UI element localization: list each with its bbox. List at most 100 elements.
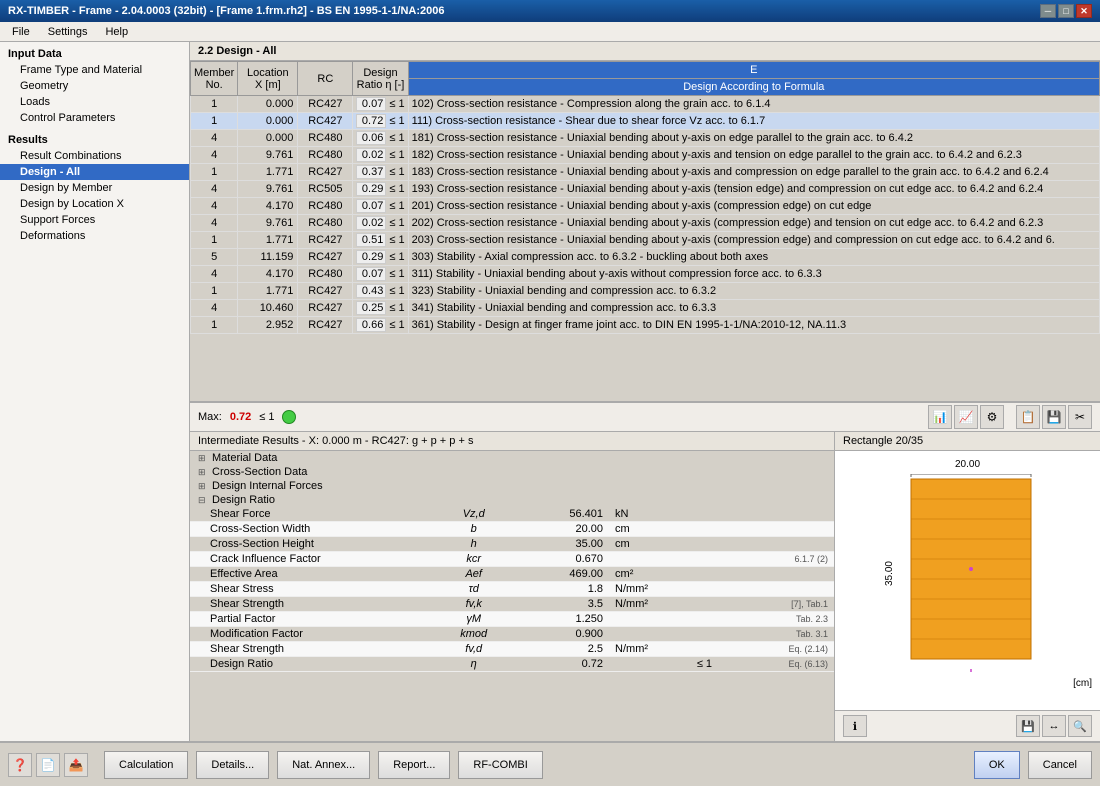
nat-annex-button[interactable]: Nat. Annex... <box>277 751 370 779</box>
results-table-wrapper[interactable]: MemberNo. LocationX [m] RC DesignRatio η… <box>190 61 1100 402</box>
toolbar-icon-4[interactable]: 📋 <box>1016 405 1040 429</box>
sidebar-item-support-forces[interactable]: Support Forces <box>0 212 189 228</box>
table-row[interactable]: 5 <box>191 249 238 266</box>
cs-zoom-icon[interactable]: 🔍 <box>1068 715 1092 737</box>
ir-symbol: fv,d <box>438 642 509 657</box>
ir-symbol: h <box>438 537 509 552</box>
table-row[interactable]: 4 <box>191 266 238 283</box>
expand-icon-internal-forces: ⊞ <box>198 481 210 492</box>
ir-label: Cross-Section Width <box>190 522 438 537</box>
ir-value: 3.5 <box>509 597 609 612</box>
expand-icon-material: ⊞ <box>198 453 210 464</box>
status-indicator <box>282 410 296 424</box>
sidebar-item-geometry[interactable]: Geometry <box>0 78 189 94</box>
table-row[interactable]: 4 <box>191 181 238 198</box>
table-row[interactable]: 1 <box>191 232 238 249</box>
ir-label: Shear Stress <box>190 582 438 597</box>
table-row[interactable]: 1 <box>191 283 238 300</box>
col-formula-subheader: Design According to Formula <box>408 79 1099 96</box>
table-row[interactable]: 4 <box>191 300 238 317</box>
cs-resize-icon[interactable]: ↔ <box>1042 715 1066 737</box>
tree-cross-section-data[interactable]: ⊞ Cross-Section Data <box>190 465 834 479</box>
ir-value: 56.401 <box>509 507 609 522</box>
sidebar-item-control-params[interactable]: Control Parameters <box>0 110 189 126</box>
design-ratio-label: Design Ratio <box>212 494 275 506</box>
col-location-header: LocationX [m] <box>238 62 298 96</box>
toolbar-icon-6[interactable]: ✂ <box>1068 405 1092 429</box>
toolbar-icon-3[interactable]: ⚙ <box>980 405 1004 429</box>
table-row[interactable]: 1 <box>191 317 238 334</box>
menu-settings[interactable]: Settings <box>40 24 96 40</box>
table-toolbar: 📊 📈 ⚙ 📋 💾 ✂ <box>928 405 1092 429</box>
cs-info-icon[interactable]: ℹ <box>843 715 867 737</box>
ir-unit: N/mm² <box>609 597 691 612</box>
tree-design-ratio[interactable]: ⊟ Design Ratio <box>190 493 834 507</box>
ir-symbol: Vz,d <box>438 507 509 522</box>
sidebar-item-design-all[interactable]: Design - All <box>0 164 189 180</box>
bottom-icon-3[interactable]: 📤 <box>64 753 88 777</box>
cs-unit-label: [cm] <box>1073 678 1092 689</box>
ir-value: 469.00 <box>509 567 609 582</box>
window-title: RX-TIMBER - Frame - 2.04.0003 (32bit) - … <box>8 5 444 17</box>
toolbar-icon-1[interactable]: 📊 <box>928 405 952 429</box>
menu-help[interactable]: Help <box>97 24 136 40</box>
ir-value: 0.72 <box>509 657 609 672</box>
maximize-button[interactable]: □ <box>1058 4 1074 18</box>
table-row[interactable]: 4 <box>191 130 238 147</box>
cs-save-icon[interactable]: 💾 <box>1016 715 1040 737</box>
ir-ref: [7], Tab.1 <box>740 597 834 612</box>
ok-button[interactable]: OK <box>974 751 1020 779</box>
sidebar-item-deformations[interactable]: Deformations <box>0 228 189 244</box>
table-row[interactable]: 1 <box>191 164 238 181</box>
minimize-button[interactable]: ─ <box>1040 4 1056 18</box>
rf-combi-button[interactable]: RF-COMBI <box>458 751 542 779</box>
bottom-icon-2[interactable]: 📄 <box>36 753 60 777</box>
sidebar-item-frame-type[interactable]: Frame Type and Material <box>0 62 189 78</box>
report-button[interactable]: Report... <box>378 751 450 779</box>
title-bar: RX-TIMBER - Frame - 2.04.0003 (32bit) - … <box>0 0 1100 22</box>
table-row[interactable]: 4 <box>191 198 238 215</box>
table-row[interactable]: 1 <box>191 96 238 113</box>
ir-symbol: τd <box>438 582 509 597</box>
cs-panel-icon-row: ℹ 💾 ↔ 🔍 <box>835 710 1100 741</box>
ir-unit: N/mm² <box>609 642 691 657</box>
ir-ref <box>740 537 834 552</box>
details-button[interactable]: Details... <box>196 751 269 779</box>
calculation-button[interactable]: Calculation <box>104 751 188 779</box>
close-button[interactable]: ✕ <box>1076 4 1092 18</box>
ir-symbol: Aef <box>438 567 509 582</box>
results-section: Results <box>0 132 189 148</box>
table-row[interactable]: 1 <box>191 113 238 130</box>
results-table: MemberNo. LocationX [m] RC DesignRatio η… <box>190 61 1100 334</box>
menu-file[interactable]: File <box>4 24 38 40</box>
bottom-icon-1[interactable]: ❓ <box>8 753 32 777</box>
sidebar-item-result-combinations[interactable]: Result Combinations <box>0 148 189 164</box>
cancel-button[interactable]: Cancel <box>1028 751 1092 779</box>
intermediate-panel: Intermediate Results - X: 0.000 m - RC42… <box>190 432 835 741</box>
ir-ref: Tab. 2.3 <box>740 612 834 627</box>
sidebar-item-loads[interactable]: Loads <box>0 94 189 110</box>
table-row[interactable]: 4 <box>191 147 238 164</box>
ir-label: Partial Factor <box>190 612 438 627</box>
ir-ref: Eq. (6.13) <box>740 657 834 672</box>
tree-internal-forces[interactable]: ⊞ Design Internal Forces <box>190 479 834 493</box>
max-row: Max: 0.72 ≤ 1 📊 📈 ⚙ 📋 💾 ✂ <box>190 402 1100 431</box>
sidebar-item-design-by-member[interactable]: Design by Member <box>0 180 189 196</box>
ir-unit <box>609 657 691 672</box>
toolbar-icon-5[interactable]: 💾 <box>1042 405 1066 429</box>
max-leq: ≤ 1 <box>259 411 274 423</box>
tree-material-data[interactable]: ⊞ Material Data <box>190 451 834 465</box>
table-row[interactable]: 4 <box>191 215 238 232</box>
ir-value: 2.5 <box>509 642 609 657</box>
bottom-left-icons: ❓ 📄 📤 <box>8 753 88 777</box>
ir-value: 0.900 <box>509 627 609 642</box>
toolbar-icon-2[interactable]: 📈 <box>954 405 978 429</box>
ir-ref <box>740 522 834 537</box>
cross-section-data-label: Cross-Section Data <box>212 466 307 478</box>
col-ratio-header: DesignRatio η [-] <box>353 62 408 96</box>
ir-ref <box>740 582 834 597</box>
ir-label: Effective Area <box>190 567 438 582</box>
sidebar-item-design-by-location[interactable]: Design by Location X <box>0 196 189 212</box>
ir-ref <box>740 507 834 522</box>
max-value: 0.72 <box>230 411 251 423</box>
